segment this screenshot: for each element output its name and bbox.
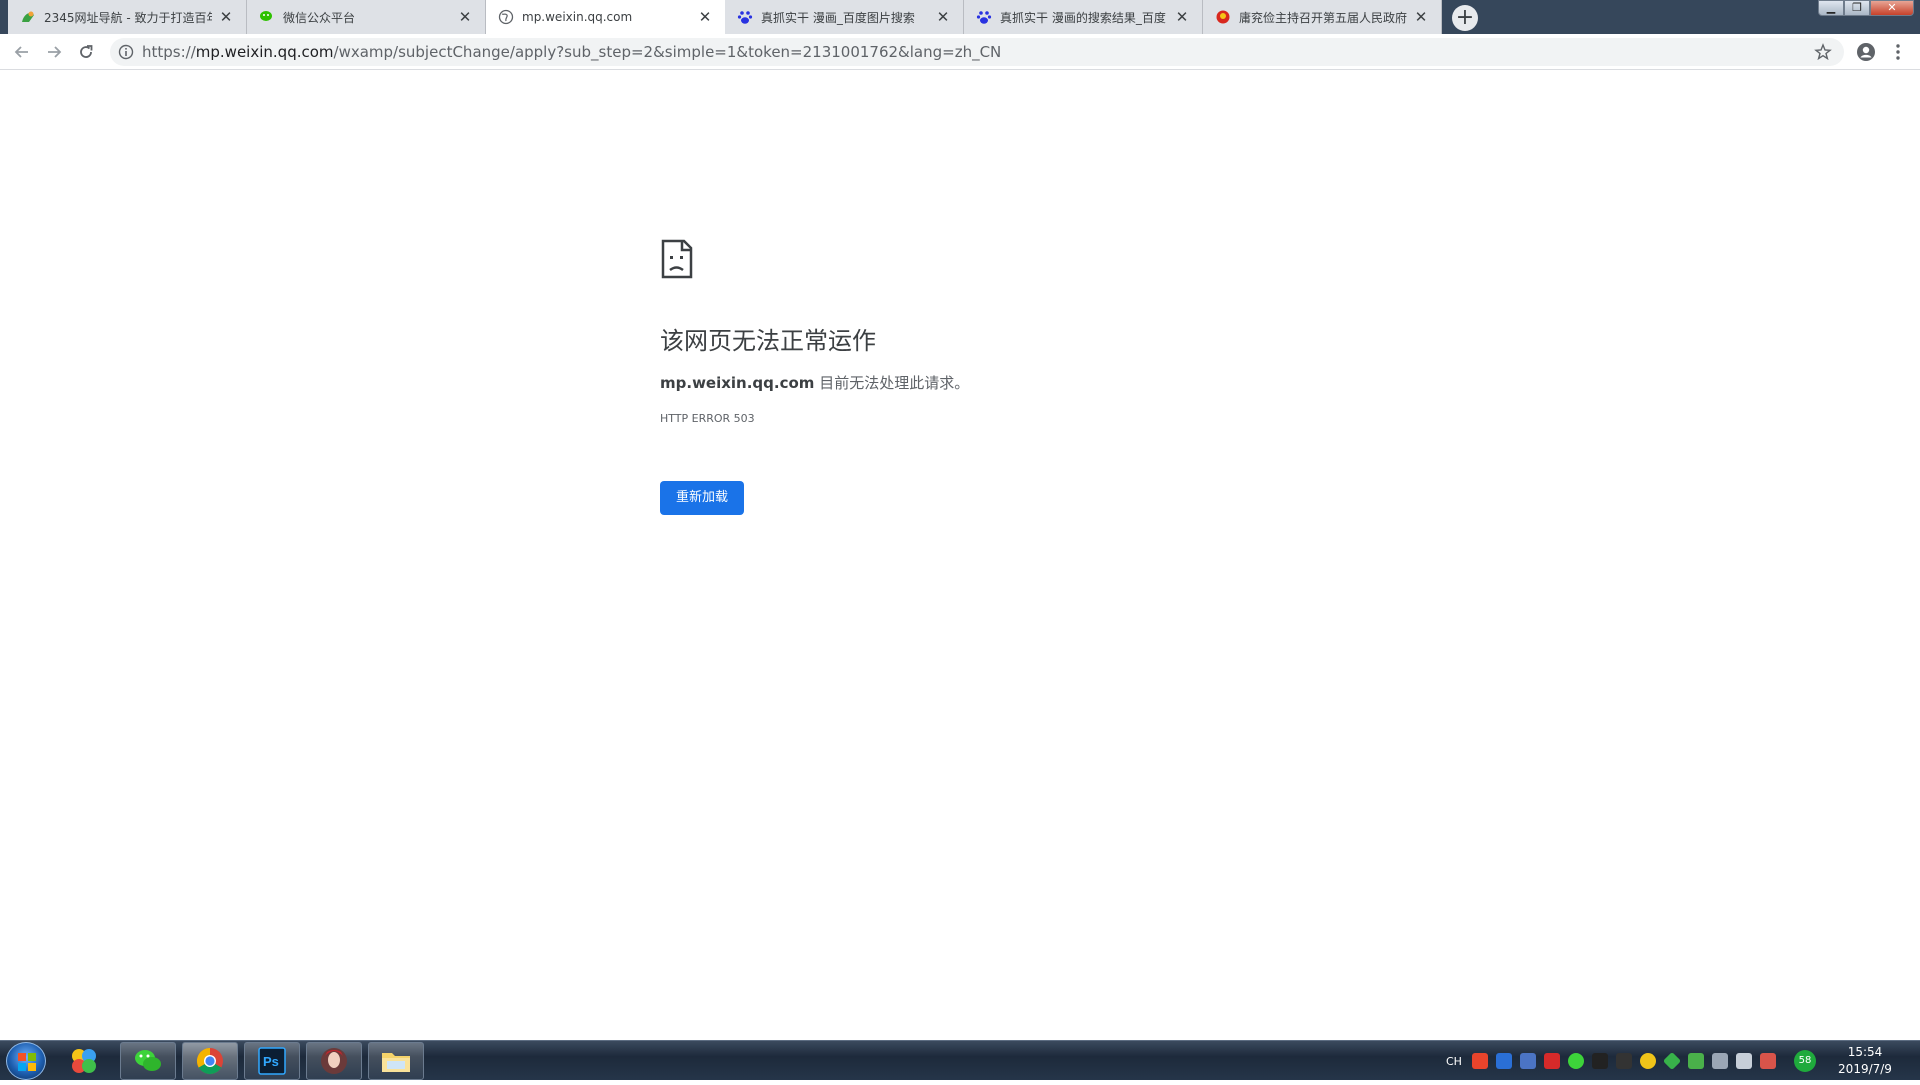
volume-icon[interactable] (1711, 1053, 1728, 1069)
error-description: mp.weixin.qq.com 目前无法处理此请求。 (660, 373, 969, 393)
close-tab-icon[interactable]: ✕ (697, 9, 713, 25)
sad-page-icon (661, 239, 693, 279)
bookmark-star-icon[interactable] (1814, 43, 1832, 61)
taskbar-app-game[interactable] (306, 1042, 362, 1080)
windows-taskbar: Ps CH 58 15:54 2019/7/9 (0, 1040, 1920, 1080)
taskbar-app-media[interactable] (56, 1042, 112, 1080)
close-tab-icon[interactable]: ✕ (218, 9, 234, 25)
tab-title: mp.weixin.qq.com (522, 10, 633, 24)
photoshop-icon: Ps (258, 1047, 286, 1075)
start-button[interactable] (6, 1042, 46, 1080)
close-tab-icon[interactable]: ✕ (935, 9, 951, 25)
qq-penguin-icon[interactable] (1591, 1053, 1608, 1069)
tab-strip: 2345网址导航 - 致力于打造百年 ✕ 微信公众平台 ✕ mp.weixin.… (0, 0, 1920, 34)
tab-2345[interactable]: 2345网址导航 - 致力于打造百年 ✕ (8, 0, 247, 34)
360-score-badge[interactable]: 58 (1793, 1050, 1816, 1072)
windows-logo-icon (18, 1053, 36, 1071)
url-scheme: https:// (142, 43, 196, 61)
tab-baidu-search[interactable]: 真抓实干 漫画的搜索结果_百度 ✕ (964, 0, 1203, 34)
new-tab-button[interactable]: + (1452, 5, 1478, 31)
minimize-button[interactable]: ▁ (1818, 0, 1844, 16)
taskbar-app-chrome[interactable] (182, 1042, 238, 1080)
window-controls: ▁ ❐ ✕ (1818, 0, 1914, 16)
refresh-icon (80, 45, 93, 58)
keyboard-icon[interactable] (1519, 1053, 1536, 1069)
tab-wechat-platform[interactable]: 微信公众平台 ✕ (247, 0, 486, 34)
svg-text:Ps: Ps (263, 1054, 279, 1069)
wechat-tray-icon[interactable] (1567, 1053, 1584, 1069)
diamond-green-icon[interactable] (1662, 1051, 1682, 1071)
url-host: mp.weixin.qq.com (195, 43, 334, 61)
network-icon[interactable] (1735, 1053, 1752, 1069)
profile-avatar-icon[interactable] (1856, 42, 1876, 62)
system-tray: CH 58 (1446, 1047, 1824, 1075)
taskbar-app-wechat[interactable] (120, 1042, 176, 1080)
folder-icon (382, 1053, 410, 1072)
baidu-favicon-icon (976, 9, 992, 25)
tab-title: 微信公众平台 (283, 10, 356, 25)
kebab-menu-icon[interactable] (1888, 42, 1908, 62)
taskbar-app-explorer[interactable] (368, 1042, 424, 1080)
close-tab-icon[interactable]: ✕ (1174, 9, 1190, 25)
address-bar[interactable]: https://mp.weixin.qq.com/wxamp/subjectCh… (110, 38, 1844, 66)
tab-list: 2345网址导航 - 致力于打造百年 ✕ 微信公众平台 ✕ mp.weixin.… (8, 0, 1442, 34)
security-shield-icon[interactable] (1495, 1053, 1512, 1069)
reload-toolbar-button[interactable] (74, 40, 98, 64)
input-language-indicator[interactable]: CH (1446, 1055, 1462, 1068)
error-message: 目前无法处理此请求。 (814, 374, 970, 392)
sogou-input-icon[interactable] (1471, 1053, 1488, 1069)
game-character-icon (321, 1048, 347, 1074)
plugin-yellow-icon[interactable] (1639, 1053, 1656, 1069)
wechat-icon (135, 1050, 161, 1071)
wechat-favicon-icon (259, 9, 275, 25)
error-host: mp.weixin.qq.com (660, 374, 815, 392)
clock-time: 15:54 (1847, 1045, 1883, 1059)
close-window-button[interactable]: ✕ (1870, 0, 1914, 16)
chrome-icon (196, 1047, 223, 1075)
qq-penguin-icon-2[interactable] (1615, 1053, 1632, 1069)
system-clock[interactable]: 15:54 2019/7/9 (1818, 1044, 1912, 1078)
info-icon[interactable] (118, 44, 134, 60)
url-text[interactable]: https://mp.weixin.qq.com/wxamp/subjectCh… (142, 44, 1001, 60)
tab-title: 庸兖俭主持召开第五届人民政府 (1239, 10, 1407, 25)
media-player-icon (72, 1049, 96, 1073)
forward-button[interactable] (42, 40, 66, 64)
back-button[interactable] (10, 40, 34, 64)
back-arrow-icon (14, 46, 28, 58)
page-content: 该网页无法正常运作 mp.weixin.qq.com 目前无法处理此请求。 HT… (0, 70, 1920, 1040)
2345-favicon-icon (20, 9, 36, 25)
tab-baidu-images[interactable]: 真抓实干 漫画_百度图片搜索 ✕ (725, 0, 964, 34)
close-tab-icon[interactable]: ✕ (1413, 9, 1429, 25)
url-path: /wxamp/subjectChange/apply?sub_step=2&si… (333, 43, 1002, 61)
baidu-favicon-icon (737, 9, 753, 25)
clock-date: 2019/7/9 (1838, 1062, 1892, 1076)
globe-favicon-icon (498, 9, 514, 25)
antivirus-shield-icon[interactable] (1687, 1053, 1704, 1069)
tab-title: 真抓实干 漫画的搜索结果_百度 (1000, 10, 1166, 25)
close-tab-icon[interactable]: ✕ (457, 9, 473, 25)
tab-mp-weixin[interactable]: mp.weixin.qq.com ✕ (486, 0, 725, 34)
forward-arrow-icon (48, 46, 62, 58)
speaker-muted-icon[interactable] (1759, 1053, 1776, 1069)
browser-toolbar: https://mp.weixin.qq.com/wxamp/subjectCh… (0, 34, 1920, 70)
error-code: HTTP ERROR 503 (660, 412, 755, 425)
tab-government[interactable]: 庸兖俭主持召开第五届人民政府 ✕ (1203, 0, 1442, 34)
maximize-button[interactable]: ❐ (1844, 0, 1870, 16)
reload-button[interactable]: 重新加载 (660, 481, 744, 515)
taskbar-app-photoshop[interactable]: Ps (244, 1042, 300, 1080)
qq-red-icon[interactable] (1543, 1053, 1560, 1069)
emblem-favicon-icon (1215, 9, 1231, 25)
tab-title: 2345网址导航 - 致力于打造百年 (44, 10, 212, 25)
tab-title: 真抓实干 漫画_百度图片搜索 (761, 10, 915, 25)
error-heading: 该网页无法正常运作 (660, 327, 876, 355)
